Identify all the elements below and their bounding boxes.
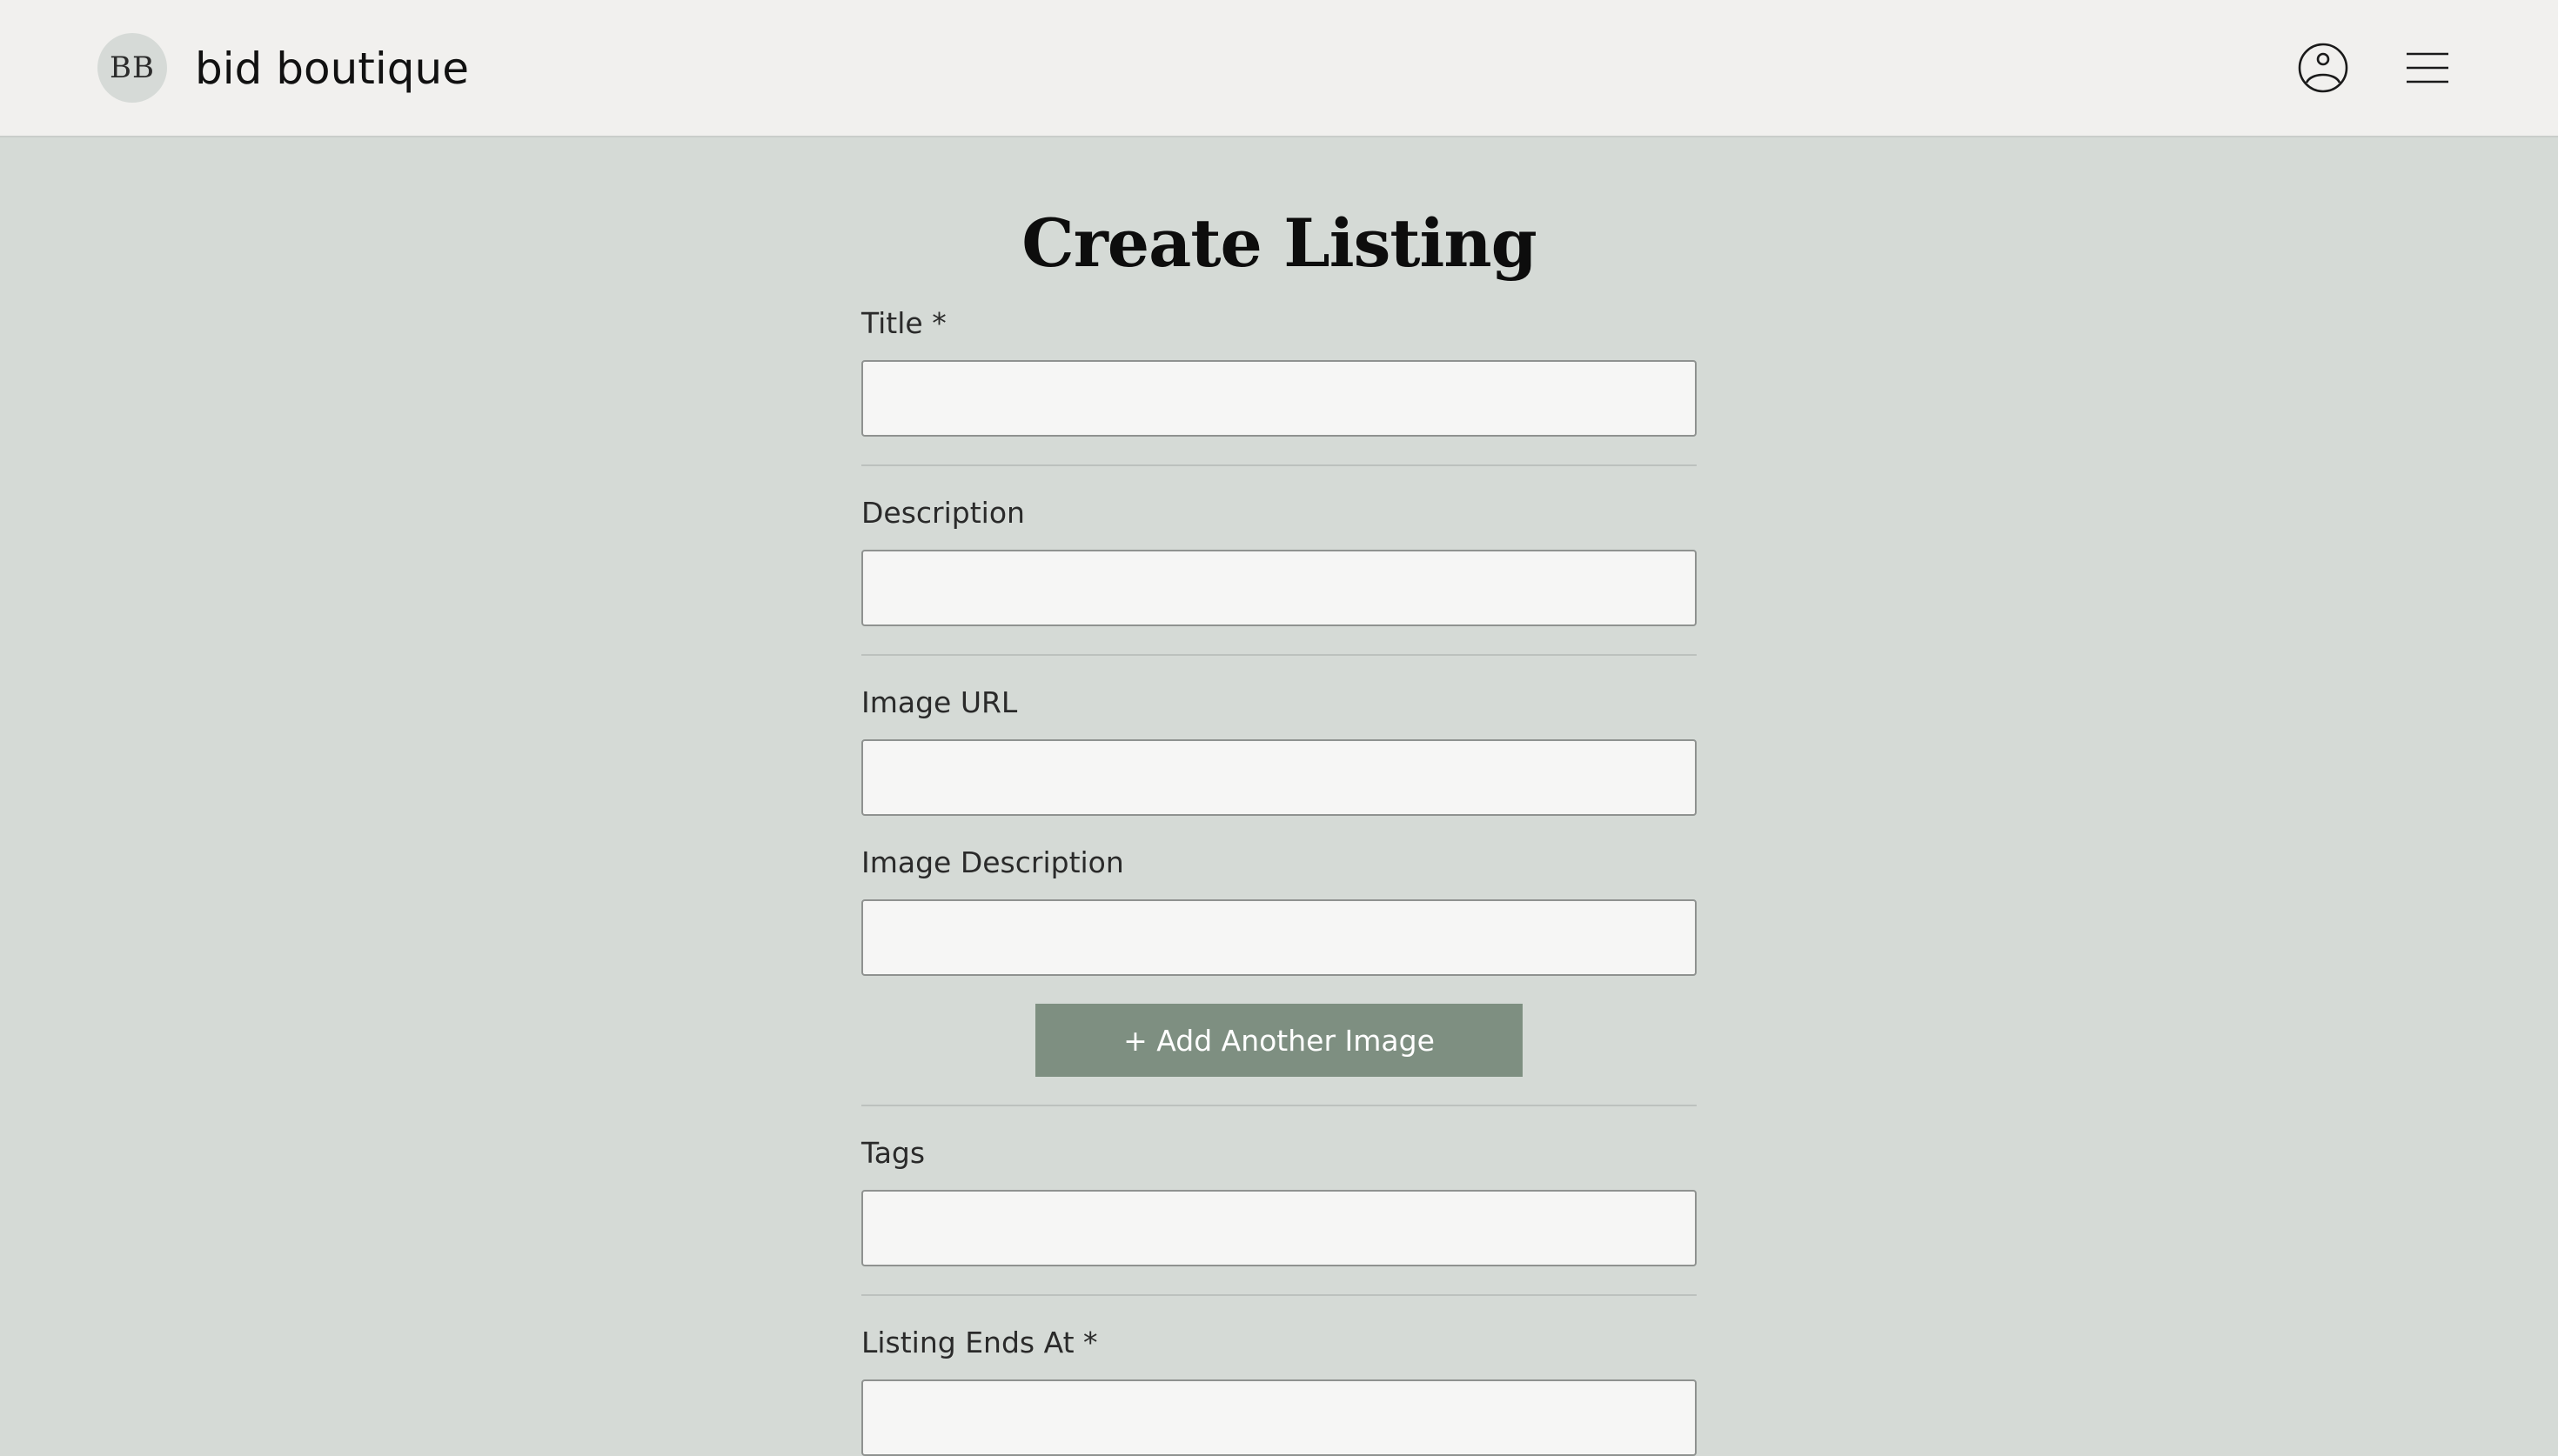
page-title: Create Listing	[1021, 204, 1537, 282]
add-another-image-button[interactable]: + Add Another Image	[1035, 1004, 1523, 1077]
brand-name[interactable]: bid boutique	[195, 38, 469, 99]
description-input[interactable]	[861, 550, 1697, 626]
logo-badge[interactable]: BB	[97, 33, 167, 103]
title-label: Title *	[861, 306, 947, 340]
image-url-label: Image URL	[861, 685, 1018, 719]
image-url-input[interactable]	[861, 739, 1697, 816]
title-input[interactable]	[861, 360, 1697, 437]
tags-label: Tags	[861, 1136, 926, 1170]
section-divider	[861, 464, 1697, 466]
listing-ends-at-input[interactable]	[861, 1379, 1697, 1456]
listing-ends-at-label: Listing Ends At *	[861, 1326, 1098, 1359]
tags-input[interactable]	[861, 1190, 1697, 1266]
hamburger-menu-icon[interactable]	[2405, 49, 2450, 87]
image-description-input[interactable]	[861, 899, 1697, 976]
section-divider	[861, 654, 1697, 656]
site-header: BB bid boutique	[0, 0, 2558, 137]
section-divider	[861, 1294, 1697, 1296]
user-account-icon[interactable]	[2297, 42, 2349, 94]
description-label: Description	[861, 496, 1025, 530]
image-description-label: Image Description	[861, 845, 1124, 879]
section-divider	[861, 1105, 1697, 1106]
